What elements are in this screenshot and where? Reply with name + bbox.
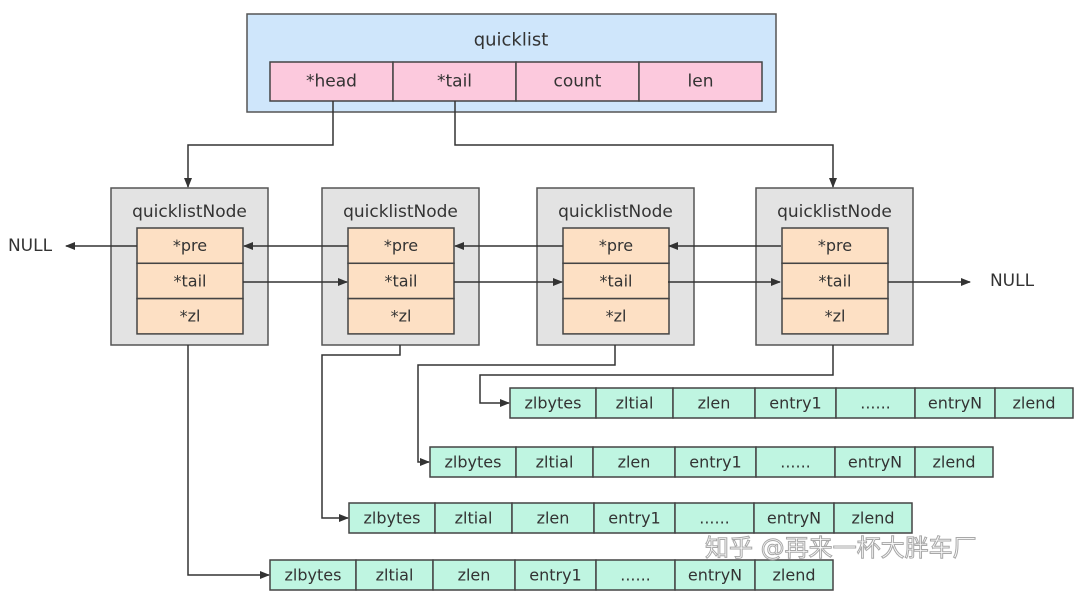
ziplist-cell-label: zlen <box>618 453 651 472</box>
ziplist-cell-label: ...... <box>620 566 651 585</box>
ziplist-cell-label: zltial <box>616 394 654 413</box>
ziplist-cell-label: entry1 <box>769 394 821 413</box>
node-field-label: *zl <box>180 307 201 326</box>
node-field-label: *zl <box>391 307 412 326</box>
node-field-label: *zl <box>606 307 627 326</box>
ziplist-cell-label: entry1 <box>608 509 660 528</box>
node-title: quicklistNode <box>132 202 247 222</box>
ziplist-cell-label: zlbytes <box>285 566 342 585</box>
ziplist-cell-label: entryN <box>767 509 821 528</box>
ziplist: zlbytes zltial zlen entry1...... entryN zlend <box>348 502 913 534</box>
ziplist-cell-label: entry1 <box>689 453 741 472</box>
ziplist-cell-label: zltial <box>376 566 414 585</box>
node-field-label: *pre <box>818 236 852 255</box>
quicklist-field-label: count <box>554 72 602 92</box>
ziplist-cell-label: entryN <box>848 453 902 472</box>
ziplist-cell-label: zlbytes <box>364 509 421 528</box>
node-field-label: *tail <box>600 271 633 290</box>
ziplist-cell-label: entry1 <box>529 566 581 585</box>
ziplist-cell-label: zlen <box>537 509 570 528</box>
ziplist-cell-label: zlen <box>458 566 491 585</box>
ziplist: zlbytes zltial zlen entry1...... entryN zlend <box>509 387 1074 419</box>
ziplist-cell-label: zltial <box>536 453 574 472</box>
ziplist-cell-label: zltial <box>455 509 493 528</box>
null-right-label: NULL <box>990 271 1035 291</box>
quicklist-diagram: quicklist *head *tail count len quicklistNode… <box>8 13 1074 591</box>
quicklist-field-label: *tail <box>437 72 472 92</box>
node-field-label: *tail <box>385 271 418 290</box>
ziplist-cell-label: zlend <box>1013 394 1056 413</box>
node-title: quicklistNode <box>777 202 892 222</box>
ziplist-cell-label: zlbytes <box>445 453 502 472</box>
quicklist-title: quicklist <box>474 30 549 51</box>
null-left-label: NULL <box>8 236 53 256</box>
node-field-label: *tail <box>174 271 207 290</box>
ziplist-cell-label: zlbytes <box>525 394 582 413</box>
ziplist: zlbytes zltial zlen entry1...... entryN zlend <box>269 559 834 591</box>
node-field-label: *tail <box>819 271 852 290</box>
head-pointer-arrow <box>184 101 334 188</box>
quicklist-node: quicklistNode *pre *tail *zl <box>110 187 269 346</box>
ziplist-cell-label: zlend <box>852 509 895 528</box>
ziplist-cell-label: ...... <box>699 509 730 528</box>
ziplist-cell-label: ...... <box>860 394 891 413</box>
ziplist-cell-label: zlend <box>773 566 816 585</box>
ziplist-cell-label: ...... <box>780 453 811 472</box>
ziplist-cell-label: zlen <box>698 394 731 413</box>
node-field-label: *zl <box>825 307 846 326</box>
ziplist-cell-label: entryN <box>928 394 982 413</box>
ziplist: zlbytes zltial zlen entry1...... entryN zlend <box>429 446 994 478</box>
node-title: quicklistNode <box>558 202 673 222</box>
quicklist-node: quicklistNode *pre *tail *zl <box>755 187 914 346</box>
quicklist-struct: quicklist *head *tail count len <box>246 13 777 113</box>
tail-pointer-arrow <box>454 101 837 188</box>
watermark-text: 知乎 @再来一杯大胖车厂 <box>705 534 977 562</box>
node-title: quicklistNode <box>343 202 458 222</box>
quicklist-node: quicklistNode *pre *tail *zl <box>536 187 695 346</box>
quicklist-field-label: len <box>688 72 714 92</box>
ziplist-cell-label: zlend <box>933 453 976 472</box>
zl-arrow <box>321 345 401 522</box>
quicklist-node: quicklistNode *pre *tail *zl <box>321 187 480 346</box>
node-field-label: *pre <box>599 236 633 255</box>
quicklist-field-label: *head <box>306 72 357 92</box>
node-field-label: *pre <box>173 236 207 255</box>
ziplist-cell-label: entryN <box>688 566 742 585</box>
zl-arrow <box>187 345 270 579</box>
node-field-label: *pre <box>384 236 418 255</box>
